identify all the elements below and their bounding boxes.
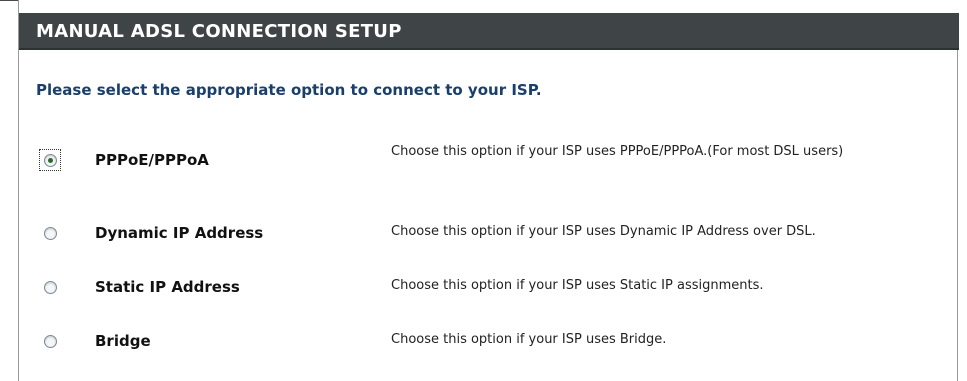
option-label[interactable]: Static IP Address xyxy=(95,278,240,296)
radio-circle-icon xyxy=(43,334,57,348)
option-label[interactable]: Dynamic IP Address xyxy=(95,224,263,242)
option-description: Choose this option if your ISP uses PPPo… xyxy=(391,144,844,159)
pppoe-radio[interactable] xyxy=(39,149,61,171)
section-header: MANUAL ADSL CONNECTION SETUP xyxy=(19,13,959,50)
static-ip-radio[interactable] xyxy=(39,276,61,298)
option-label[interactable]: Bridge xyxy=(95,332,151,350)
option-label[interactable]: PPPoE/PPPoA xyxy=(95,151,209,169)
radio-circle-icon xyxy=(43,153,57,167)
connection-setup-panel: MANUAL ADSL CONNECTION SETUP Please sele… xyxy=(18,0,966,381)
panel-right-border xyxy=(957,50,958,381)
bridge-radio[interactable] xyxy=(39,330,61,352)
radio-selected-dot xyxy=(47,157,53,163)
option-description: Choose this option if your ISP uses Dyna… xyxy=(391,224,816,239)
instruction-text: Please select the appropriate option to … xyxy=(36,81,542,99)
radio-circle-icon xyxy=(43,226,57,240)
radio-circle-icon xyxy=(43,280,57,294)
option-description: Choose this option if your ISP uses Brid… xyxy=(391,332,667,347)
option-description: Choose this option if your ISP uses Stat… xyxy=(391,278,764,293)
dynamic-ip-radio[interactable] xyxy=(39,222,61,244)
top-rule xyxy=(0,0,18,1)
